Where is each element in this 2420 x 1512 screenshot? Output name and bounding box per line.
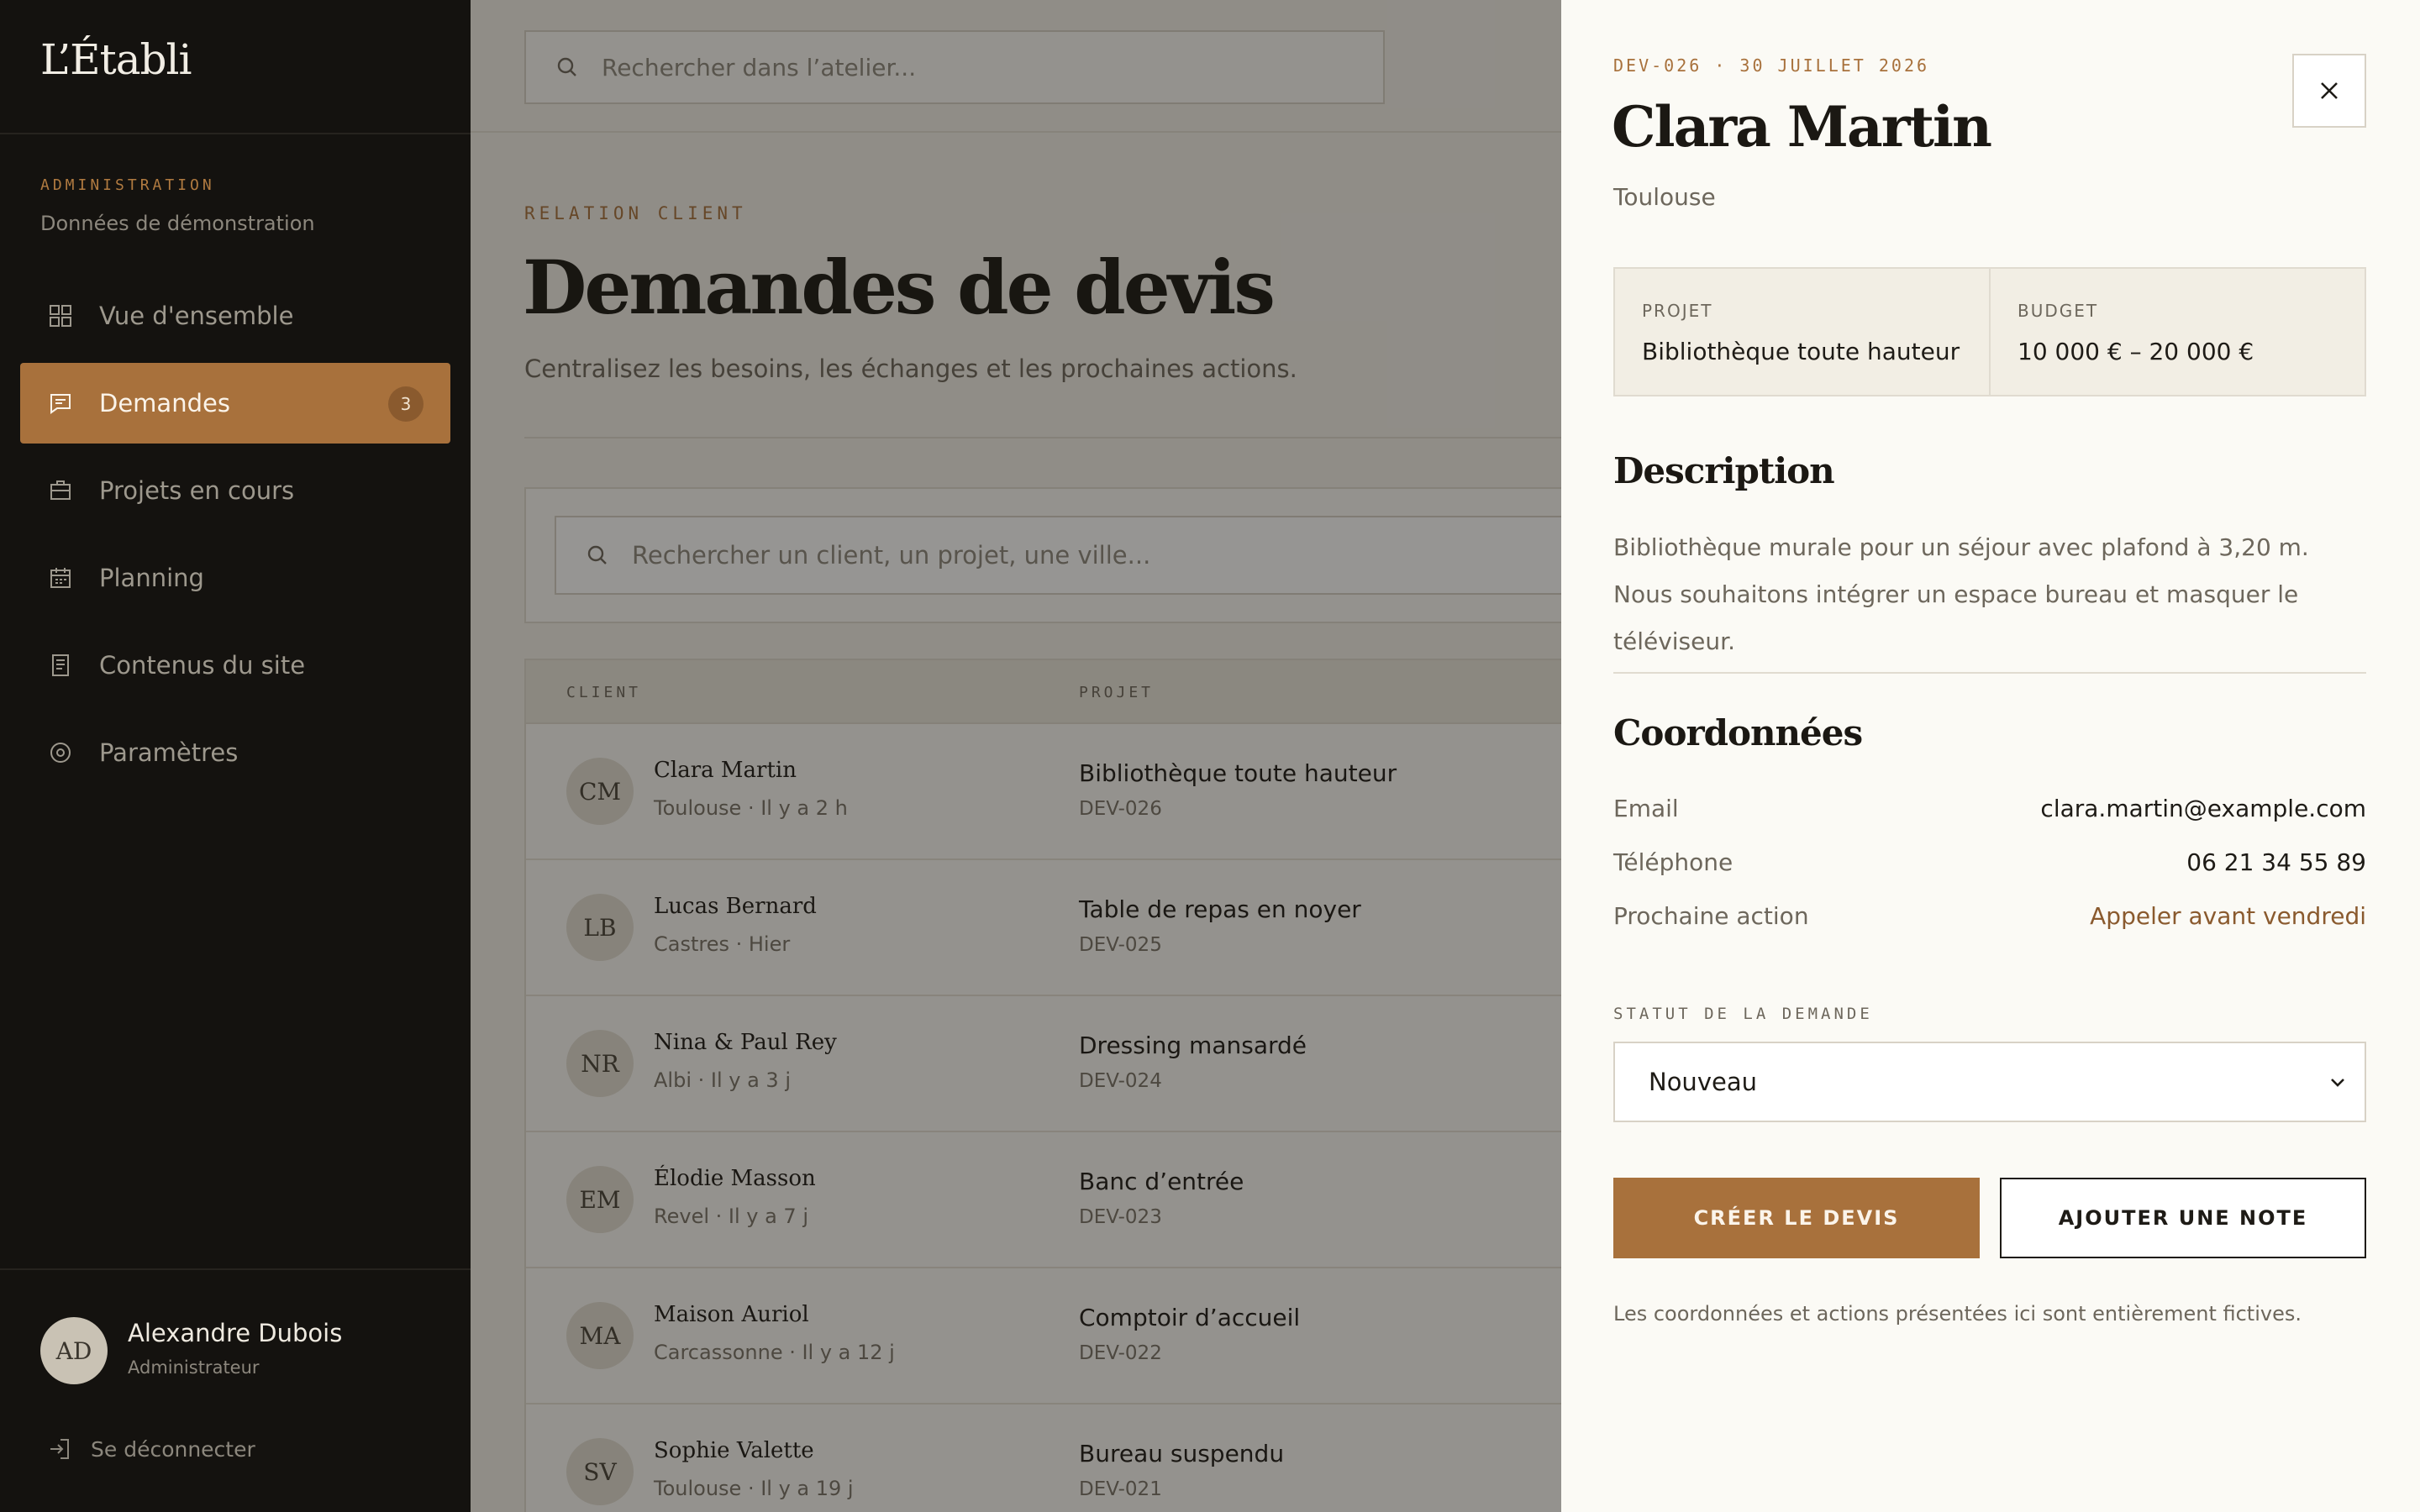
disclaimer-text: Les coordonnées et actions présentées ic… <box>1613 1302 2302 1326</box>
user-role: Administrateur <box>128 1357 260 1378</box>
sidebar-item-settings[interactable]: Paramètres <box>20 712 450 793</box>
description-heading: Description <box>1613 450 1835 491</box>
budget-card: BUDGET 10 000 € – 20 000 € <box>1989 269 2365 395</box>
sidebar-divider <box>0 133 471 134</box>
sidebar-item-projects[interactable]: Projets en cours <box>20 450 450 531</box>
sidebar-item-label: Projets en cours <box>99 476 295 505</box>
status-label: STATUT DE LA DEMANDE <box>1613 1005 1873 1023</box>
client-city: Toulouse <box>1613 183 1716 211</box>
sidebar-item-overview[interactable]: Vue d'ensemble <box>20 276 450 356</box>
status-select[interactable]: Nouveau <box>1613 1042 2366 1122</box>
sidebar-item-label: Planning <box>99 564 204 592</box>
section-label: ADMINISTRATION <box>40 176 215 194</box>
project-card: PROJET Bibliothèque toute hauteur <box>1615 269 1989 395</box>
contact-heading: Coordonnées <box>1613 712 1863 753</box>
next-action-row: Prochaine action Appeler avant vendredi <box>1613 902 2366 936</box>
sidebar-item-planning[interactable]: Planning <box>20 538 450 618</box>
briefcase-icon <box>47 477 74 504</box>
phone-value[interactable]: 06 21 34 55 89 <box>2186 848 2366 876</box>
summary-cards: PROJET Bibliothèque toute hauteur BUDGET… <box>1613 267 2366 396</box>
next-action-value: Appeler avant vendredi <box>2090 902 2366 930</box>
create-quote-button[interactable]: CRÉER LE DEVIS <box>1613 1178 1980 1258</box>
message-icon <box>47 390 74 417</box>
sidebar-item-site-content[interactable]: Contenus du site <box>20 625 450 706</box>
calendar-icon <box>47 564 74 591</box>
section-subtitle: Données de démonstration <box>40 212 315 235</box>
brand-logo[interactable]: L’Établi <box>40 35 192 84</box>
sidebar-item-label: Paramètres <box>99 738 239 767</box>
request-reference: DEV-026 · 30 JUILLET 2026 <box>1613 55 1930 76</box>
logout-icon <box>47 1436 91 1462</box>
close-button[interactable] <box>2292 54 2366 128</box>
email-label: Email <box>1613 795 1679 822</box>
count-badge: 3 <box>388 386 424 422</box>
add-note-button[interactable]: AJOUTER UNE NOTE <box>2000 1178 2366 1258</box>
avatar: AD <box>40 1317 108 1384</box>
divider <box>1613 672 2366 674</box>
card-label: PROJET <box>1642 301 1713 321</box>
card-value: Bibliothèque toute hauteur <box>1642 338 1960 365</box>
phone-label: Téléphone <box>1613 848 1733 876</box>
email-value[interactable]: clara.martin@example.com <box>2040 795 2366 822</box>
client-name-heading: Clara Martin <box>1612 94 1992 160</box>
next-action-label: Prochaine action <box>1613 902 1809 930</box>
status-selected-value: Nouveau <box>1649 1068 1757 1096</box>
sidebar-divider <box>0 1268 471 1270</box>
logout-button[interactable]: Se déconnecter <box>47 1436 255 1462</box>
sidebar-nav: Vue d'ensemble Demandes 3 Projets en cou… <box>20 276 450 800</box>
sidebar: L’Établi ADMINISTRATION Données de démon… <box>0 0 471 1512</box>
settings-icon <box>47 739 74 766</box>
user-name: Alexandre Dubois <box>128 1319 343 1347</box>
close-icon <box>2317 78 2342 103</box>
grid-icon <box>47 302 74 329</box>
email-row: Email clara.martin@example.com <box>1613 795 2366 828</box>
phone-row: Téléphone 06 21 34 55 89 <box>1613 848 2366 882</box>
sidebar-item-label: Vue d'ensemble <box>99 302 294 330</box>
document-icon <box>47 652 74 679</box>
card-label: BUDGET <box>2018 301 2099 321</box>
sidebar-item-label: Demandes <box>99 389 230 417</box>
description-text: Bibliothèque murale pour un séjour avec … <box>1613 533 2309 655</box>
sidebar-item-label: Contenus du site <box>99 651 306 680</box>
logout-label: Se déconnecter <box>91 1436 255 1462</box>
sidebar-item-requests[interactable]: Demandes 3 <box>20 363 450 444</box>
request-detail-drawer: DEV-026 · 30 JUILLET 2026 Clara Martin T… <box>1561 0 2420 1512</box>
card-value: 10 000 € – 20 000 € <box>2018 338 2254 365</box>
